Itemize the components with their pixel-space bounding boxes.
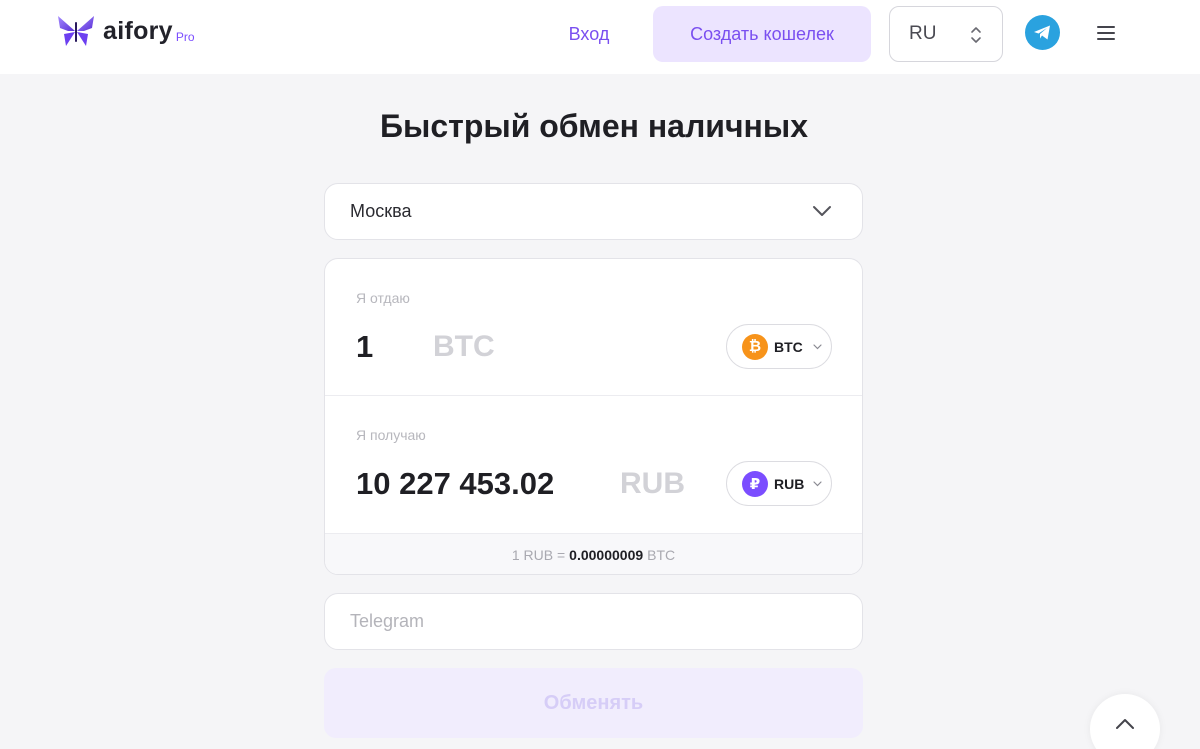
logo[interactable]: aifory Pro (56, 14, 195, 48)
logo-wordmark: aifory (103, 16, 173, 45)
city-select[interactable]: Москва (324, 183, 863, 240)
ruble-icon: ₽ (742, 470, 768, 497)
get-currency-hint: RUB (620, 467, 685, 500)
language-select[interactable]: RU (889, 6, 1003, 62)
up-down-arrows-icon (971, 27, 981, 43)
get-currency-select[interactable]: ₽ RUB (726, 461, 832, 506)
give-currency-hint: BTC (433, 330, 495, 363)
page-title: Быстрый обмен наличных (380, 108, 808, 144)
bitcoin-icon: ₿ (742, 333, 768, 360)
chevron-down-icon (813, 344, 822, 350)
get-row: Я получаю 10 227 453.02 RUB ₽ RUB (325, 396, 862, 533)
create-wallet-button[interactable]: Создать кошелек (653, 6, 871, 62)
chevron-down-icon (813, 481, 822, 487)
give-label: Я отдаю (356, 290, 410, 306)
hamburger-menu-icon[interactable] (1097, 26, 1115, 41)
chevron-down-icon (813, 206, 831, 216)
give-row: Я отдаю 1 BTC ₿ BTC (325, 259, 862, 396)
top-nav: aifory Pro Вход Создать кошелек RU (0, 0, 1200, 74)
get-label: Я получаю (356, 427, 426, 443)
give-currency-select[interactable]: ₿ BTC (726, 324, 832, 369)
telegram-icon (1034, 25, 1050, 40)
telegram-button[interactable] (1025, 15, 1060, 50)
rate-suffix: BTC (647, 547, 676, 563)
butterfly-logo-icon (58, 16, 94, 46)
chevron-up-icon (1116, 719, 1134, 729)
city-value: Москва (350, 201, 412, 221)
rate-value: 0.00000009 (569, 547, 644, 563)
login-link[interactable]: Вход (546, 6, 632, 62)
telegram-input[interactable] (324, 593, 863, 650)
exchange-submit-button[interactable]: Обменять (324, 668, 863, 738)
language-value: RU (909, 23, 937, 44)
get-currency-label: RUB (774, 475, 805, 492)
give-currency-label: BTC (774, 338, 803, 355)
get-amount-input[interactable]: 10 227 453.02 (356, 466, 554, 502)
scroll-to-top-button[interactable] (1090, 694, 1160, 749)
rate-prefix: 1 RUB = (511, 547, 566, 563)
exchange-form: Я отдаю 1 BTC ₿ BTC Я получаю 10 227 453… (324, 258, 863, 575)
logo-pro-badge: Pro (175, 29, 195, 44)
give-amount-input[interactable]: 1 (356, 329, 373, 365)
exchange-rate: 1 RUB = 0.00000009 BTC (325, 533, 862, 574)
